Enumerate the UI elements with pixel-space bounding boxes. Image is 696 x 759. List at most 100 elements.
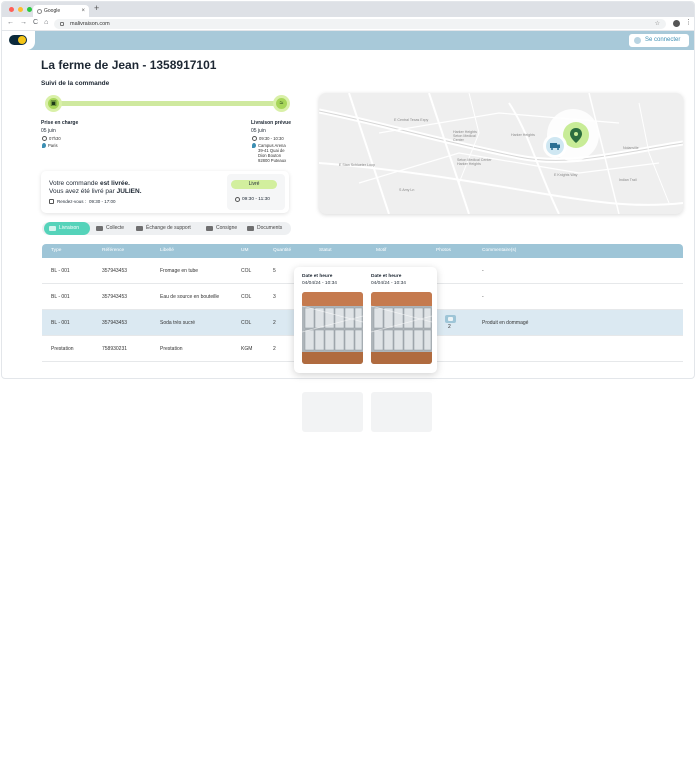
cell-type: BL - 001 — [51, 268, 70, 274]
cell-ref: 357943453 — [102, 294, 128, 300]
lock-icon — [60, 22, 64, 26]
cell-label: Soda très sucré — [160, 320, 196, 326]
delivery-label: Livraison prévue — [251, 120, 292, 126]
clock-icon — [42, 136, 47, 141]
order-tabs: Livraison Collecte Échange de support Co… — [42, 222, 291, 235]
status-message: Votre commande est livrée. Vous avez été… — [49, 180, 142, 195]
profile-avatar-icon[interactable] — [673, 20, 680, 27]
col-photos: Photos — [436, 248, 451, 253]
map-label: S Amy Ln — [399, 188, 415, 192]
home-icon[interactable]: ⌂ — [44, 19, 48, 26]
truck-icon — [49, 226, 56, 231]
col-commentaires: Commentaire(s) — [482, 248, 517, 253]
col-type: Type — [51, 248, 62, 253]
col-libelle: Libellé — [160, 248, 174, 253]
forward-icon[interactable]: → — [20, 19, 27, 26]
table-header: Type Référence Libellé UM Quantité Statu… — [42, 244, 683, 258]
browser-tabbar: Google × + — [2, 2, 694, 17]
delivery-time: 09:30 - 10:30 — [252, 136, 284, 141]
tab-close-icon[interactable]: × — [81, 5, 85, 17]
cell-um: COL — [241, 294, 252, 300]
cell-um: KGM — [241, 346, 253, 352]
delivery-date: 05 juin — [251, 128, 266, 134]
pickup-place: Paris — [42, 143, 58, 148]
tracking-progress-line — [53, 101, 281, 106]
cell-comment: - — [482, 268, 484, 274]
app-header: Se connecter — [2, 31, 694, 50]
cell-type: BL - 001 — [51, 294, 70, 300]
map-label: Seton Medical Center Harker Heights — [457, 158, 492, 166]
pickup-step-icon: ▣ — [45, 95, 62, 112]
browser-tab-title: Google — [44, 8, 61, 14]
clock-icon — [235, 197, 240, 202]
status-summary: Livré 09:30 - 11:30 — [227, 174, 285, 210]
cell-comment: Produit en dommagé — [482, 320, 529, 326]
window-controls — [9, 7, 32, 12]
map-label: Indian Trail — [619, 178, 637, 182]
cell-ref: 357943453 — [102, 268, 128, 274]
map-label: E Knights Way — [554, 173, 578, 177]
truck-icon — [550, 143, 557, 148]
tab-collecte[interactable]: Collecte — [96, 222, 124, 235]
login-button[interactable]: Se connecter — [629, 34, 689, 47]
tab-consigne[interactable]: Consigne — [206, 222, 237, 235]
bookmark-star-icon[interactable]: ☆ — [655, 19, 660, 29]
minimize-window-icon[interactable] — [18, 7, 23, 12]
swap-icon — [136, 226, 143, 231]
map-label: Harker Heights — [511, 133, 535, 137]
map-label: E Stan Schlueter Loop — [339, 163, 375, 167]
delivery-map[interactable]: Harker Heights Nolanville Harker Heights… — [319, 93, 683, 214]
map-label: E Central Texas Expy — [394, 118, 429, 122]
appointment-info: Rendez-vous : 09:30 - 17:00 — [49, 199, 116, 204]
delivery-step-icon: ≈ — [273, 95, 290, 112]
cell-label: Fromage en tube — [160, 268, 199, 274]
back-icon[interactable]: ← — [7, 19, 14, 26]
maximize-window-icon[interactable] — [27, 7, 32, 12]
cell-um: COL — [241, 268, 252, 274]
photo-date: 04/04/24 - 10:34 — [302, 281, 337, 286]
cell-qty: 2 — [273, 320, 276, 326]
browser-tab[interactable]: Google × — [33, 5, 89, 17]
delivery-status-card: Votre commande est livrée. Vous avez été… — [41, 171, 289, 213]
location-pin-icon — [252, 143, 256, 148]
reload-icon[interactable]: C — [33, 19, 38, 26]
photo-icon[interactable] — [445, 315, 456, 323]
user-icon — [634, 37, 641, 44]
calendar-icon — [49, 199, 54, 204]
cell-qty: 3 — [273, 294, 276, 300]
new-tab-button[interactable]: + — [94, 3, 99, 13]
photo-date: 04/04/24 - 10:34 — [371, 281, 406, 286]
reflection-photo — [371, 392, 432, 432]
cell-type: Prestation — [51, 346, 74, 352]
url-field[interactable]: malivraison.com ☆ — [54, 19, 666, 29]
cell-qty: 2 — [273, 346, 276, 352]
order-tracking-subtitle: Suivi de la commande — [41, 80, 110, 87]
google-favicon-icon — [37, 9, 42, 14]
location-pin-icon — [42, 143, 46, 148]
app-logo[interactable] — [9, 35, 27, 45]
page-title: La ferme de Jean - 1358917101 — [41, 58, 217, 72]
document-icon — [247, 226, 254, 231]
photo-popover: Date et heure 04/04/24 - 10:34 Date et h… — [294, 267, 437, 373]
status-badge: Livré — [231, 180, 277, 189]
reflection-photo — [302, 392, 363, 432]
tab-documents[interactable]: Documents — [247, 222, 282, 235]
photo-date-label: Date et heure — [371, 274, 402, 279]
cell-comment: - — [482, 294, 484, 300]
tab-livraison[interactable]: Livraison — [44, 222, 90, 235]
damaged-goods-photo[interactable] — [371, 292, 432, 364]
damaged-goods-photo[interactable] — [302, 292, 363, 364]
cell-label: Eau de source en bouteille — [160, 294, 220, 300]
tab-echange-support[interactable]: Échange de support — [136, 222, 191, 235]
col-um: UM — [241, 248, 249, 253]
cell-um: COL — [241, 320, 252, 326]
col-motif: Motif — [376, 248, 387, 253]
delivery-address: Campus Arena 39-41 Quai de Dion Bouton 9… — [252, 143, 286, 163]
close-window-icon[interactable] — [9, 7, 14, 12]
cell-ref: 357943453 — [102, 320, 128, 326]
screenshot-reflection — [0, 382, 696, 452]
browser-menu-icon[interactable]: ⋮ — [685, 18, 692, 26]
url-text: malivraison.com — [70, 21, 110, 27]
photo-date-label: Date et heure — [302, 274, 333, 279]
pickup-date: 05 juin — [41, 128, 56, 134]
